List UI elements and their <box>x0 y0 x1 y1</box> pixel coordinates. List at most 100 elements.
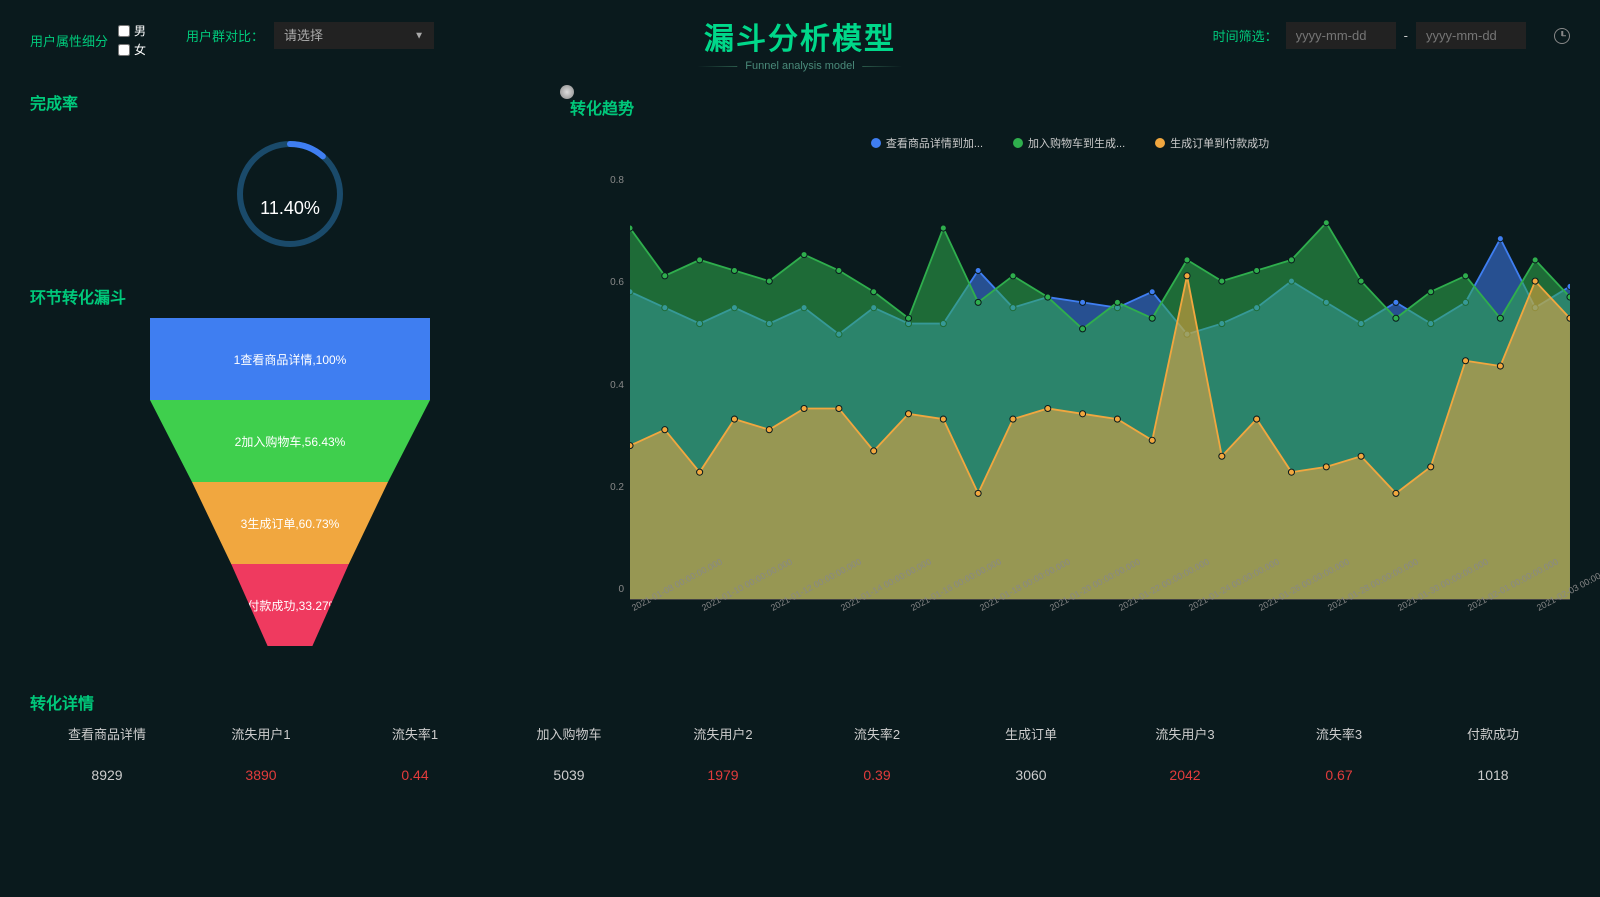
chart-data-point <box>1288 469 1294 475</box>
chart-data-point <box>1219 278 1225 284</box>
details-value-cell: 0.67 <box>1262 767 1416 783</box>
header: 用户属性细分 男 女 用户群对比： 请选择 漏斗分析模型 Funnel anal… <box>0 0 1600 80</box>
chart-data-point <box>1114 299 1120 305</box>
details-header-cell: 流失率1 <box>338 724 492 743</box>
legend-dot-icon <box>1155 138 1165 148</box>
user-attr-filter: 用户属性细分 男 女 <box>30 22 146 58</box>
chart-data-point <box>1045 294 1051 300</box>
chart-data-point <box>1497 236 1503 242</box>
chart-data-point <box>1323 464 1329 470</box>
chart-data-point <box>630 443 633 449</box>
chart-data-point <box>801 252 807 258</box>
x-axis: 2021-01-08 00:00:00.0002021-01-10 00:00:… <box>630 600 1570 650</box>
chart-data-point <box>1080 299 1086 305</box>
chart-data-point <box>905 411 911 417</box>
chart-data-point <box>1010 416 1016 422</box>
funnel-chart: 1查看商品详情,100%2加入购物车,56.43%3生成订单,60.73%4付款… <box>150 318 430 646</box>
chart-data-point <box>1323 220 1329 226</box>
funnel-segment: 1查看商品详情,100% <box>150 318 430 400</box>
chart-data-point <box>1532 278 1538 284</box>
funnel-title: 环节转化漏斗 <box>30 284 550 308</box>
page-title: 漏斗分析模型 <box>689 14 910 58</box>
checkbox-female[interactable]: 女 <box>118 41 146 58</box>
y-axis: 0.80.60.40.20 <box>600 175 624 595</box>
legend-item[interactable]: 加入购物车到生成... <box>1013 135 1125 151</box>
chart-data-point <box>871 448 877 454</box>
chart-data-point <box>766 278 772 284</box>
details-header-cell: 查看商品详情 <box>30 724 184 743</box>
date-to-input[interactable] <box>1416 22 1526 49</box>
legend-item[interactable]: 查看商品详情到加... <box>871 135 983 151</box>
chart-data-point <box>836 267 842 273</box>
chart-data-point <box>975 267 981 273</box>
chart-data-point <box>630 225 633 231</box>
right-column: 转化趋势 查看商品详情到加... 加入购物车到生成... 生成订单到付款成功 0.8… <box>570 80 1570 660</box>
funnel-segment: 4付款成功,33.27% <box>150 564 430 646</box>
details-header-cell: 流失用户2 <box>646 724 800 743</box>
chart-data-point <box>975 490 981 496</box>
chart-data-point <box>1184 257 1190 263</box>
chart-data-point <box>1393 315 1399 321</box>
conversion-details: 转化详情 查看商品详情流失用户1流失率1加入购物车流失用户2流失率2生成订单流失… <box>0 660 1600 783</box>
details-header-cell: 付款成功 <box>1416 724 1570 743</box>
user-group-label: 用户群对比： <box>186 26 264 45</box>
left-column: 完成率 11.40% 环节转化漏斗 1查看商品详情,100%2加入购物车,56.… <box>30 80 550 660</box>
chart-data-point <box>1497 363 1503 369</box>
completion-gauge: 11.40% <box>230 134 350 254</box>
checkbox-male[interactable]: 男 <box>118 22 146 39</box>
trend-chart-title: 转化趋势 <box>570 95 1570 119</box>
chart-data-point <box>1567 294 1570 300</box>
trend-chart <box>630 175 1570 600</box>
date-from-input[interactable] <box>1286 22 1396 49</box>
chart-data-point <box>1497 315 1503 321</box>
time-label: 时间筛选： <box>1213 26 1278 45</box>
chart-data-point <box>1463 358 1469 364</box>
chart-data-point <box>1532 257 1538 263</box>
chart-data-point <box>801 405 807 411</box>
funnel-segment: 3生成订单,60.73% <box>150 482 430 564</box>
chart-data-point <box>1254 267 1260 273</box>
chart-data-point <box>1567 315 1570 321</box>
chart-data-point <box>975 299 981 305</box>
details-headers: 查看商品详情流失用户1流失率1加入购物车流失用户2流失率2生成订单流失用户3流失… <box>30 724 1570 743</box>
chart-data-point <box>1219 453 1225 459</box>
chart-data-point <box>1254 416 1260 422</box>
legend-dot-icon <box>871 138 881 148</box>
chart-data-point <box>905 315 911 321</box>
completion-rate-title: 完成率 <box>30 90 550 114</box>
details-header-cell: 流失率3 <box>1262 724 1416 743</box>
time-filter: 时间筛选： - <box>1213 22 1570 49</box>
legend-item[interactable]: 生成订单到付款成功 <box>1155 135 1269 151</box>
details-header-cell: 生成订单 <box>954 724 1108 743</box>
details-value-cell: 3890 <box>184 767 338 783</box>
chart-data-point <box>1428 464 1434 470</box>
y-tick-label: 0 <box>600 584 624 595</box>
details-header-cell: 加入购物车 <box>492 724 646 743</box>
chart-data-point <box>940 416 946 422</box>
details-value-cell: 3060 <box>954 767 1108 783</box>
chart-data-point <box>1393 490 1399 496</box>
details-value-cell: 1979 <box>646 767 800 783</box>
chart-data-point <box>731 267 737 273</box>
user-group-select-wrap: 请选择 <box>274 22 434 49</box>
clock-icon[interactable] <box>1554 28 1570 44</box>
page-subtitle: Funnel analysis model <box>689 60 910 72</box>
user-attr-label: 用户属性细分 <box>30 31 108 50</box>
chart-data-point <box>1393 299 1399 305</box>
details-title: 转化详情 <box>30 690 1570 714</box>
chart-data-point <box>940 225 946 231</box>
chart-data-point <box>1114 416 1120 422</box>
details-header-cell: 流失用户1 <box>184 724 338 743</box>
details-value-cell: 8929 <box>30 767 184 783</box>
chart-data-point <box>1358 278 1364 284</box>
chart-data-point <box>836 405 842 411</box>
chart-data-point <box>1010 273 1016 279</box>
y-tick-label: 0.4 <box>600 380 624 391</box>
details-header-cell: 流失率2 <box>800 724 954 743</box>
user-group-select[interactable]: 请选择 <box>274 22 434 49</box>
chart-data-point <box>766 427 772 433</box>
chart-data-point <box>662 273 668 279</box>
chart-data-point <box>1080 411 1086 417</box>
chart-legend: 查看商品详情到加... 加入购物车到生成... 生成订单到付款成功 <box>570 129 1570 155</box>
y-tick-label: 0.8 <box>600 175 624 186</box>
